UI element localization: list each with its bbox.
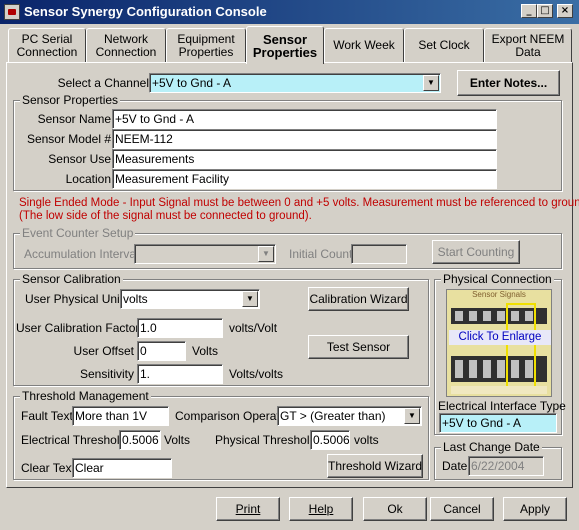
tab-work-week[interactable]: Work Week xyxy=(324,28,404,63)
close-button[interactable]: × xyxy=(557,4,573,18)
comparison-operator-label: Comparison Operator xyxy=(175,409,291,423)
sensor-properties-title: Sensor Properties xyxy=(20,93,121,107)
tab-pc-serial-connection[interactable]: PC Serial Connection xyxy=(8,28,86,63)
electrical-threshold-field[interactable]: 0.5006 xyxy=(119,430,161,450)
threshold-wizard-button[interactable]: Threshold Wizard xyxy=(327,454,423,478)
mode-message-line2: (The low side of the signal must be conn… xyxy=(19,210,312,222)
ok-button[interactable]: Ok xyxy=(363,497,427,521)
sensor-properties-group: Sensor Properties Sensor Name +5V to Gnd… xyxy=(13,93,562,191)
user-offset-field[interactable]: 0 xyxy=(137,341,186,361)
sensor-name-field[interactable]: +5V to Gnd - A xyxy=(112,109,497,129)
tab-equipment-properties[interactable]: Equipment Properties xyxy=(166,28,246,63)
fault-text-label: Fault Text xyxy=(21,409,73,423)
tab-set-clock[interactable]: Set Clock xyxy=(404,28,484,63)
comparison-operator-select[interactable]: GT > (Greater than) ▼ xyxy=(277,406,422,426)
sensitivity-unit: Volts/volts xyxy=(229,367,284,381)
electrical-threshold-label: Electrical Threshold xyxy=(21,433,127,447)
physical-threshold-unit: volts xyxy=(354,433,379,447)
minimize-button[interactable]: _ xyxy=(521,4,537,18)
channel-label: Select a Channel xyxy=(57,76,149,90)
clear-text-label: Clear Text xyxy=(21,461,75,475)
initial-count-field[interactable] xyxy=(351,244,407,264)
apply-button[interactable]: Apply xyxy=(503,497,567,521)
location-label: Location xyxy=(65,172,111,186)
maximize-button[interactable]: □ xyxy=(537,4,553,18)
cancel-button[interactable]: Cancel xyxy=(430,497,494,521)
sensitivity-label: Sensitivity xyxy=(79,367,134,381)
sensor-calibration-group: Sensor Calibration User Physical Units v… xyxy=(13,272,429,386)
physical-connection-title: Physical Connection xyxy=(441,272,554,286)
window-title: Sensor Synergy Configuration Console xyxy=(24,4,267,19)
click-to-enlarge-link[interactable]: Click To Enlarge xyxy=(449,330,551,345)
threshold-management-group: Threshold Management Fault Text More tha… xyxy=(13,389,429,480)
accumulation-interval-label: Accumulation Interval xyxy=(24,247,139,261)
date-label: Date xyxy=(442,459,468,473)
test-sensor-button[interactable]: Test Sensor xyxy=(308,335,409,359)
event-counter-title: Event Counter Setup xyxy=(20,226,136,240)
user-calibration-factor-field[interactable]: 1.0 xyxy=(137,318,223,338)
channel-select[interactable]: +5V to Gnd - A ▼ xyxy=(149,73,441,93)
print-button[interactable]: Print xyxy=(216,497,280,521)
terminal-block-icon xyxy=(451,303,547,394)
accumulation-interval-select[interactable]: ▼ xyxy=(134,244,276,264)
calibration-wizard-button[interactable]: Calibration Wizard xyxy=(308,287,409,311)
initial-count-label: Initial Count xyxy=(289,247,353,261)
electrical-interface-type-label: Electrical Interface Type xyxy=(438,399,566,413)
title-bar: Sensor Synergy Configuration Console _ □… xyxy=(0,0,579,24)
sensor-name-label: Sensor Name xyxy=(37,112,111,126)
clear-text-field[interactable]: Clear xyxy=(72,458,172,478)
electrical-interface-type-field[interactable]: +5V to Gnd - A xyxy=(439,413,557,433)
user-calibration-factor-label: User Calibration Factor xyxy=(16,321,140,335)
chevron-down-icon[interactable]: ▼ xyxy=(242,291,258,307)
chevron-down-icon[interactable]: ▼ xyxy=(423,75,439,91)
physical-threshold-label: Physical Threshold xyxy=(215,433,317,447)
sensor-model-field[interactable]: NEEM-112 xyxy=(112,129,497,149)
physical-threshold-field[interactable]: 0.5006 xyxy=(310,430,350,450)
chevron-down-icon[interactable]: ▼ xyxy=(404,408,420,424)
sensor-use-field[interactable]: Measurements xyxy=(112,149,497,169)
tab-panel: Select a Channel +5V to Gnd - A ▼ Enter … xyxy=(6,62,579,488)
help-button[interactable]: Help xyxy=(289,497,353,521)
start-counting-button[interactable]: Start Counting xyxy=(432,240,520,264)
electrical-threshold-unit: Volts xyxy=(164,433,191,447)
tab-network-connection[interactable]: Network Connection xyxy=(86,28,166,63)
user-offset-label: User Offset xyxy=(73,344,134,358)
sensitivity-field[interactable]: 1. xyxy=(137,364,223,384)
mode-message-line1: Single Ended Mode - Input Signal must be… xyxy=(19,197,579,209)
tab-export-neem-data[interactable]: Export NEEM Data xyxy=(484,28,572,63)
sensor-calibration-title: Sensor Calibration xyxy=(20,272,123,286)
tab-sensor-properties[interactable]: Sensor Properties xyxy=(246,26,324,64)
last-change-date-group: Last Change Date Date 6/22/2004 xyxy=(434,440,562,480)
user-physical-units-label: User Physical Units xyxy=(25,292,130,306)
sensor-use-label: Sensor Use xyxy=(48,152,111,166)
chevron-down-icon[interactable]: ▼ xyxy=(258,246,274,262)
app-icon xyxy=(4,4,20,20)
last-change-date-title: Last Change Date xyxy=(441,440,542,454)
fault-text-field[interactable]: More than 1V xyxy=(72,406,169,426)
event-counter-group: Event Counter Setup Accumulation Interva… xyxy=(13,226,562,269)
calibration-factor-unit: volts/Volt xyxy=(229,321,278,335)
enter-notes-button[interactable]: Enter Notes... xyxy=(457,70,560,96)
last-change-date-field[interactable]: 6/22/2004 xyxy=(468,456,544,476)
user-offset-unit: Volts xyxy=(192,344,219,358)
sensor-model-label: Sensor Model # xyxy=(26,132,111,146)
channel-value: +5V to Gnd - A xyxy=(152,76,232,90)
user-physical-units-select[interactable]: volts ▼ xyxy=(120,289,260,309)
physical-connection-group: Physical Connection Sensor Signals Click… xyxy=(434,272,566,435)
location-field[interactable]: Measurement Facility xyxy=(112,169,497,189)
wiring-diagram-image[interactable]: Sensor Signals Click To Enlarge xyxy=(446,289,552,397)
threshold-management-title: Threshold Management xyxy=(20,389,151,403)
